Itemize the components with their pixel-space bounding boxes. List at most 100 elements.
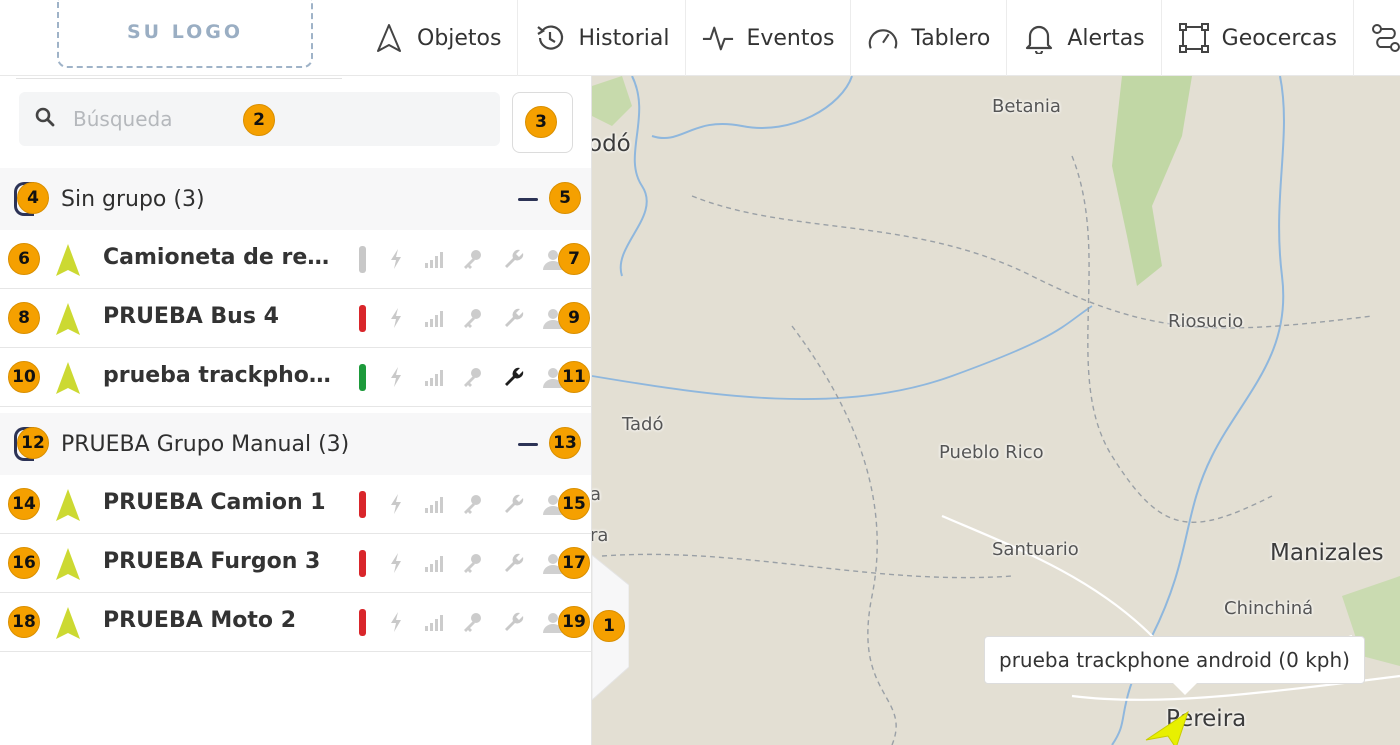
vehicle-marker-icon[interactable]	[1142, 710, 1190, 745]
group-header[interactable]: PRUEBA Grupo Manual (3)	[0, 413, 591, 475]
nav-label: Geocercas	[1221, 25, 1337, 51]
geofence-square-icon	[1178, 22, 1210, 54]
map-place-label: Betania	[992, 96, 1061, 117]
group-label: Sin grupo (3)	[61, 186, 205, 212]
annotation-badge: 15	[558, 488, 590, 520]
key-icon	[460, 364, 486, 390]
object-name: Camioneta de rep...	[103, 245, 333, 270]
top-bar: SU LOGO Objetos Historial Eventos Tabler…	[0, 0, 1400, 76]
logo-text: SU LOGO	[126, 21, 244, 43]
navigation-arrow-icon	[373, 22, 405, 54]
map-place-label: Riosucio	[1168, 311, 1244, 332]
group-label: PRUEBA Grupo Manual (3)	[61, 431, 350, 457]
logo-placeholder: SU LOGO	[57, 0, 313, 68]
wrench-icon	[501, 550, 527, 576]
activity-pulse-icon	[702, 22, 734, 54]
annotation-badge: 5	[549, 182, 581, 214]
signal-bars-icon	[422, 609, 448, 635]
group-header[interactable]: Sin grupo (3)	[0, 168, 591, 230]
nav-label: Tablero	[911, 25, 991, 51]
search-icon	[35, 107, 55, 131]
annotation-badge: 6	[8, 243, 40, 275]
nav-geocercas[interactable]: Geocercas	[1162, 0, 1354, 76]
nav-alertas[interactable]: Alertas	[1007, 0, 1162, 76]
objects-sidebar: Sin grupo (3) Camioneta de rep... PRUEBA…	[0, 76, 592, 745]
map-place-label: Tadó	[622, 414, 664, 435]
status-indicator	[359, 491, 366, 518]
nav-rutas[interactable]: R	[1354, 0, 1400, 76]
annotation-badge: 1	[593, 610, 625, 642]
annotation-badge: 17	[558, 547, 590, 579]
main-nav: Objetos Historial Eventos Tablero Alerta…	[357, 0, 1400, 76]
object-row[interactable]: PRUEBA Furgon 3	[0, 534, 591, 593]
bell-icon	[1023, 22, 1055, 54]
signal-bars-icon	[422, 550, 448, 576]
key-icon	[460, 491, 486, 517]
ignition-bolt-icon	[383, 246, 409, 272]
object-name: PRUEBA Bus 4	[103, 304, 279, 329]
gauge-icon	[867, 22, 899, 54]
wrench-icon	[501, 364, 527, 390]
object-row[interactable]: PRUEBA Bus 4	[0, 289, 591, 348]
annotation-badge: 2	[243, 104, 275, 136]
map-place-label: Pueblo Rico	[939, 442, 1044, 463]
annotation-badge: 4	[17, 182, 49, 214]
map-place-label: Chinchiná	[1224, 598, 1314, 619]
ignition-bolt-icon	[383, 364, 409, 390]
vehicle-arrow-icon	[56, 548, 80, 580]
vehicle-tooltip: prueba trackphone android (0 kph)	[984, 636, 1365, 695]
search-input[interactable]	[73, 107, 233, 131]
nav-label: Alertas	[1067, 25, 1145, 51]
annotation-badge: 14	[8, 488, 40, 520]
key-icon	[460, 550, 486, 576]
vehicle-arrow-icon	[56, 303, 80, 335]
annotation-badge: 10	[8, 361, 40, 393]
map-place-label: ra	[592, 525, 609, 546]
object-name: PRUEBA Camion 1	[103, 490, 326, 515]
wrench-icon	[501, 491, 527, 517]
object-row[interactable]: prueba trackphon...	[0, 348, 591, 407]
ignition-bolt-icon	[383, 491, 409, 517]
annotation-badge: 8	[8, 302, 40, 334]
key-icon	[460, 609, 486, 635]
ignition-bolt-icon	[383, 305, 409, 331]
annotation-badge: 3	[525, 106, 557, 138]
vehicle-arrow-icon	[56, 362, 80, 394]
object-row[interactable]: PRUEBA Moto 2	[0, 593, 591, 652]
collapse-icon[interactable]	[518, 197, 538, 201]
status-indicator	[359, 609, 366, 636]
route-icon	[1370, 22, 1400, 54]
annotation-badge: 18	[8, 606, 40, 638]
nav-tablero[interactable]: Tablero	[851, 0, 1008, 76]
status-indicator	[359, 550, 366, 577]
status-indicator	[359, 246, 366, 273]
wrench-icon	[501, 609, 527, 635]
vehicle-arrow-icon	[56, 607, 80, 639]
annotation-badge: 13	[549, 427, 581, 459]
history-icon	[534, 22, 566, 54]
annotation-badge: 9	[558, 302, 590, 334]
nav-label: Historial	[578, 25, 670, 51]
map-place-label: Manizales	[1270, 540, 1384, 566]
annotation-badge: 16	[8, 547, 40, 579]
signal-bars-icon	[422, 246, 448, 272]
object-name: PRUEBA Furgon 3	[103, 549, 321, 574]
vehicle-arrow-icon	[56, 489, 80, 521]
signal-bars-icon	[422, 491, 448, 517]
key-icon	[460, 246, 486, 272]
map-place-label: odó	[592, 131, 631, 157]
object-row[interactable]: Camioneta de rep...	[0, 230, 591, 289]
vehicle-arrow-icon	[56, 244, 80, 276]
map-place-label: Santuario	[992, 539, 1079, 560]
ignition-bolt-icon	[383, 550, 409, 576]
collapse-icon[interactable]	[518, 442, 538, 446]
key-icon	[460, 305, 486, 331]
wrench-icon	[501, 305, 527, 331]
nav-historial[interactable]: Historial	[518, 0, 687, 76]
nav-label: Objetos	[417, 25, 502, 51]
object-row[interactable]: PRUEBA Camion 1	[0, 475, 591, 534]
nav-eventos[interactable]: Eventos	[686, 0, 852, 76]
nav-objetos[interactable]: Objetos	[357, 0, 519, 76]
annotation-badge: 11	[558, 361, 590, 393]
map-place-label: a	[592, 484, 602, 505]
